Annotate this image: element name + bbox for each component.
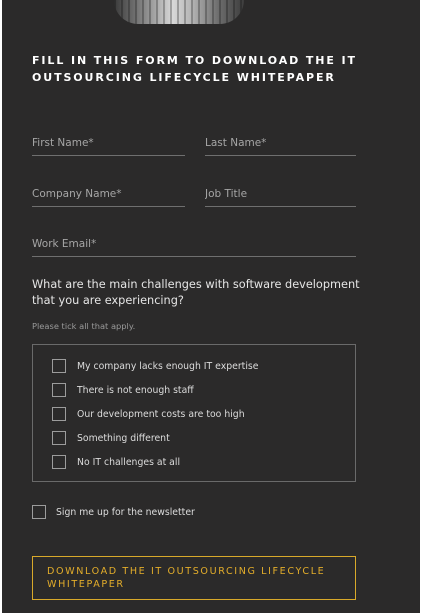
download-form-panel: FILL IN THIS FORM TO DOWNLOAD THE IT OUT… [2, 0, 420, 613]
work-email-input[interactable] [32, 232, 356, 256]
download-whitepaper-button[interactable]: DOWNLOAD THE IT OUTSOURCING LIFECYCLE WH… [32, 556, 356, 600]
option-not-enough-staff[interactable]: There is not enough staff [52, 382, 194, 398]
newsletter-label: Sign me up for the newsletter [56, 506, 195, 518]
checkbox[interactable] [52, 431, 66, 445]
option-label: There is not enough staff [77, 384, 194, 396]
checkbox[interactable] [52, 383, 66, 397]
work-email-field [32, 232, 356, 257]
newsletter-checkbox[interactable] [32, 505, 46, 519]
company-name-field [32, 182, 185, 207]
hero-image [114, 0, 244, 24]
challenges-options: My company lacks enough IT expertise The… [32, 344, 356, 482]
form-title: FILL IN THIS FORM TO DOWNLOAD THE IT OUT… [32, 54, 357, 84]
option-costs-too-high[interactable]: Our development costs are too high [52, 406, 245, 422]
option-label: Our development costs are too high [77, 408, 245, 420]
checkbox[interactable] [52, 407, 66, 421]
company-name-input[interactable] [32, 182, 185, 206]
newsletter-option[interactable]: Sign me up for the newsletter [32, 504, 195, 520]
option-label: Something different [77, 432, 170, 444]
option-label: No IT challenges at all [77, 456, 181, 468]
last-name-input[interactable] [205, 131, 356, 155]
option-something-different[interactable]: Something different [52, 430, 170, 446]
challenges-question: What are the main challenges with softwa… [32, 278, 360, 307]
last-name-field [205, 131, 356, 156]
challenges-hint: Please tick all that apply. [32, 321, 136, 331]
checkbox[interactable] [52, 455, 66, 469]
option-label: My company lacks enough IT expertise [77, 360, 259, 372]
job-title-input[interactable] [205, 182, 356, 206]
first-name-field [32, 131, 185, 156]
job-title-field [205, 182, 356, 207]
download-button-label: DOWNLOAD THE IT OUTSOURCING LIFECYCLE WH… [47, 566, 326, 590]
option-no-challenges[interactable]: No IT challenges at all [52, 454, 180, 470]
first-name-input[interactable] [32, 131, 185, 155]
checkbox[interactable] [52, 359, 66, 373]
option-lacks-it-expertise[interactable]: My company lacks enough IT expertise [52, 358, 258, 374]
